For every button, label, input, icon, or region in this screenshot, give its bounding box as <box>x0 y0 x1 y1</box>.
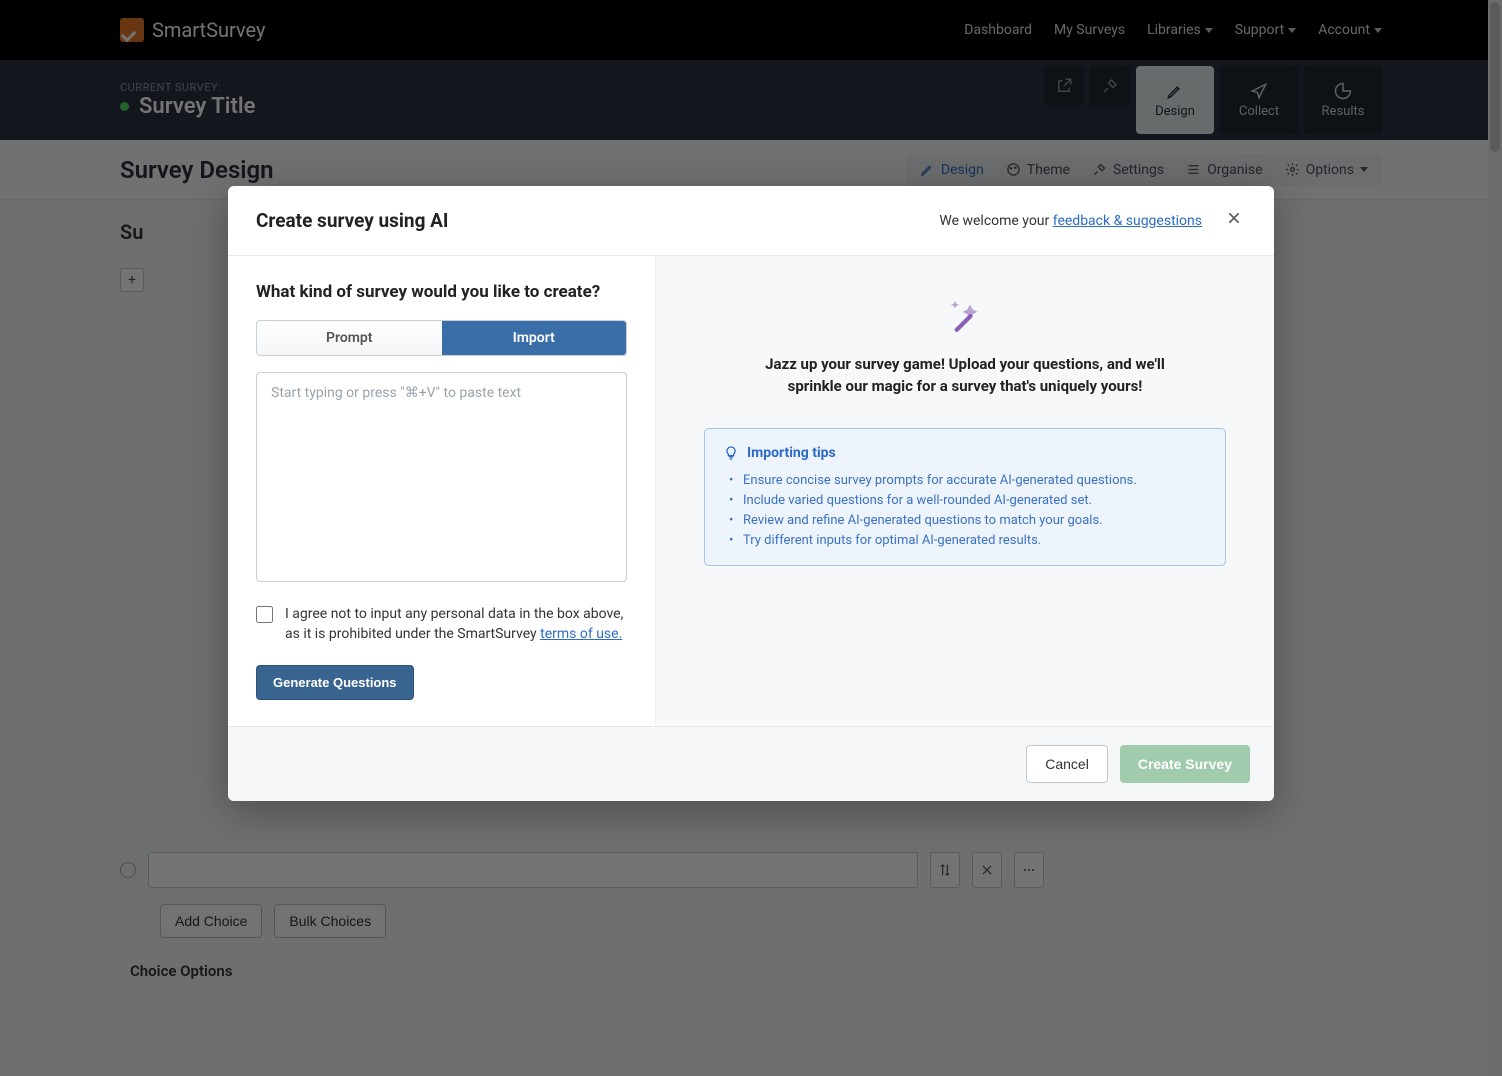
tips-title: Importing tips <box>723 445 1207 461</box>
modal-right-panel: Jazz up your survey game! Upload your qu… <box>656 256 1274 726</box>
tips-list: Ensure concise survey prompts for accura… <box>723 471 1207 552</box>
modal-overlay: Create survey using AI We welcome your f… <box>0 0 1502 1076</box>
import-textarea[interactable] <box>256 372 627 582</box>
feedback-text: We welcome your feedback & suggestions <box>939 213 1202 229</box>
tip-item: Try different inputs for optimal AI-gene… <box>729 531 1207 551</box>
importing-tips-box: Importing tips Ensure concise survey pro… <box>704 428 1226 567</box>
prompt-import-tabs: Prompt Import <box>256 320 627 356</box>
modal-footer: Cancel Create Survey <box>228 726 1274 801</box>
tip-item: Ensure concise survey prompts for accura… <box>729 471 1207 491</box>
consent-text: I agree not to input any personal data i… <box>285 604 627 645</box>
tab-prompt[interactable]: Prompt <box>257 321 442 355</box>
tip-item: Include varied questions for a well-roun… <box>729 491 1207 511</box>
consent-checkbox[interactable] <box>256 606 273 623</box>
modal-header: Create survey using AI We welcome your f… <box>228 186 1274 256</box>
close-icon <box>1226 210 1242 226</box>
consent-row: I agree not to input any personal data i… <box>256 604 627 645</box>
magic-wand-icon <box>704 296 1226 336</box>
modal-body: What kind of survey would you like to cr… <box>228 256 1274 726</box>
modal-left-panel: What kind of survey would you like to cr… <box>228 256 656 726</box>
promo-text: Jazz up your survey game! Upload your qu… <box>755 354 1175 398</box>
feedback-link[interactable]: feedback & suggestions <box>1053 213 1202 229</box>
close-modal-button[interactable] <box>1222 206 1246 235</box>
create-ai-survey-modal: Create survey using AI We welcome your f… <box>228 186 1274 801</box>
create-survey-button[interactable]: Create Survey <box>1120 745 1250 783</box>
lightbulb-icon <box>723 445 739 461</box>
tab-import[interactable]: Import <box>442 321 627 355</box>
terms-link[interactable]: terms of use. <box>540 626 622 642</box>
cancel-button[interactable]: Cancel <box>1026 745 1108 783</box>
generate-questions-button[interactable]: Generate Questions <box>256 665 414 700</box>
tip-item: Review and refine AI-generated questions… <box>729 511 1207 531</box>
survey-kind-heading: What kind of survey would you like to cr… <box>256 282 627 302</box>
modal-title: Create survey using AI <box>256 209 449 232</box>
